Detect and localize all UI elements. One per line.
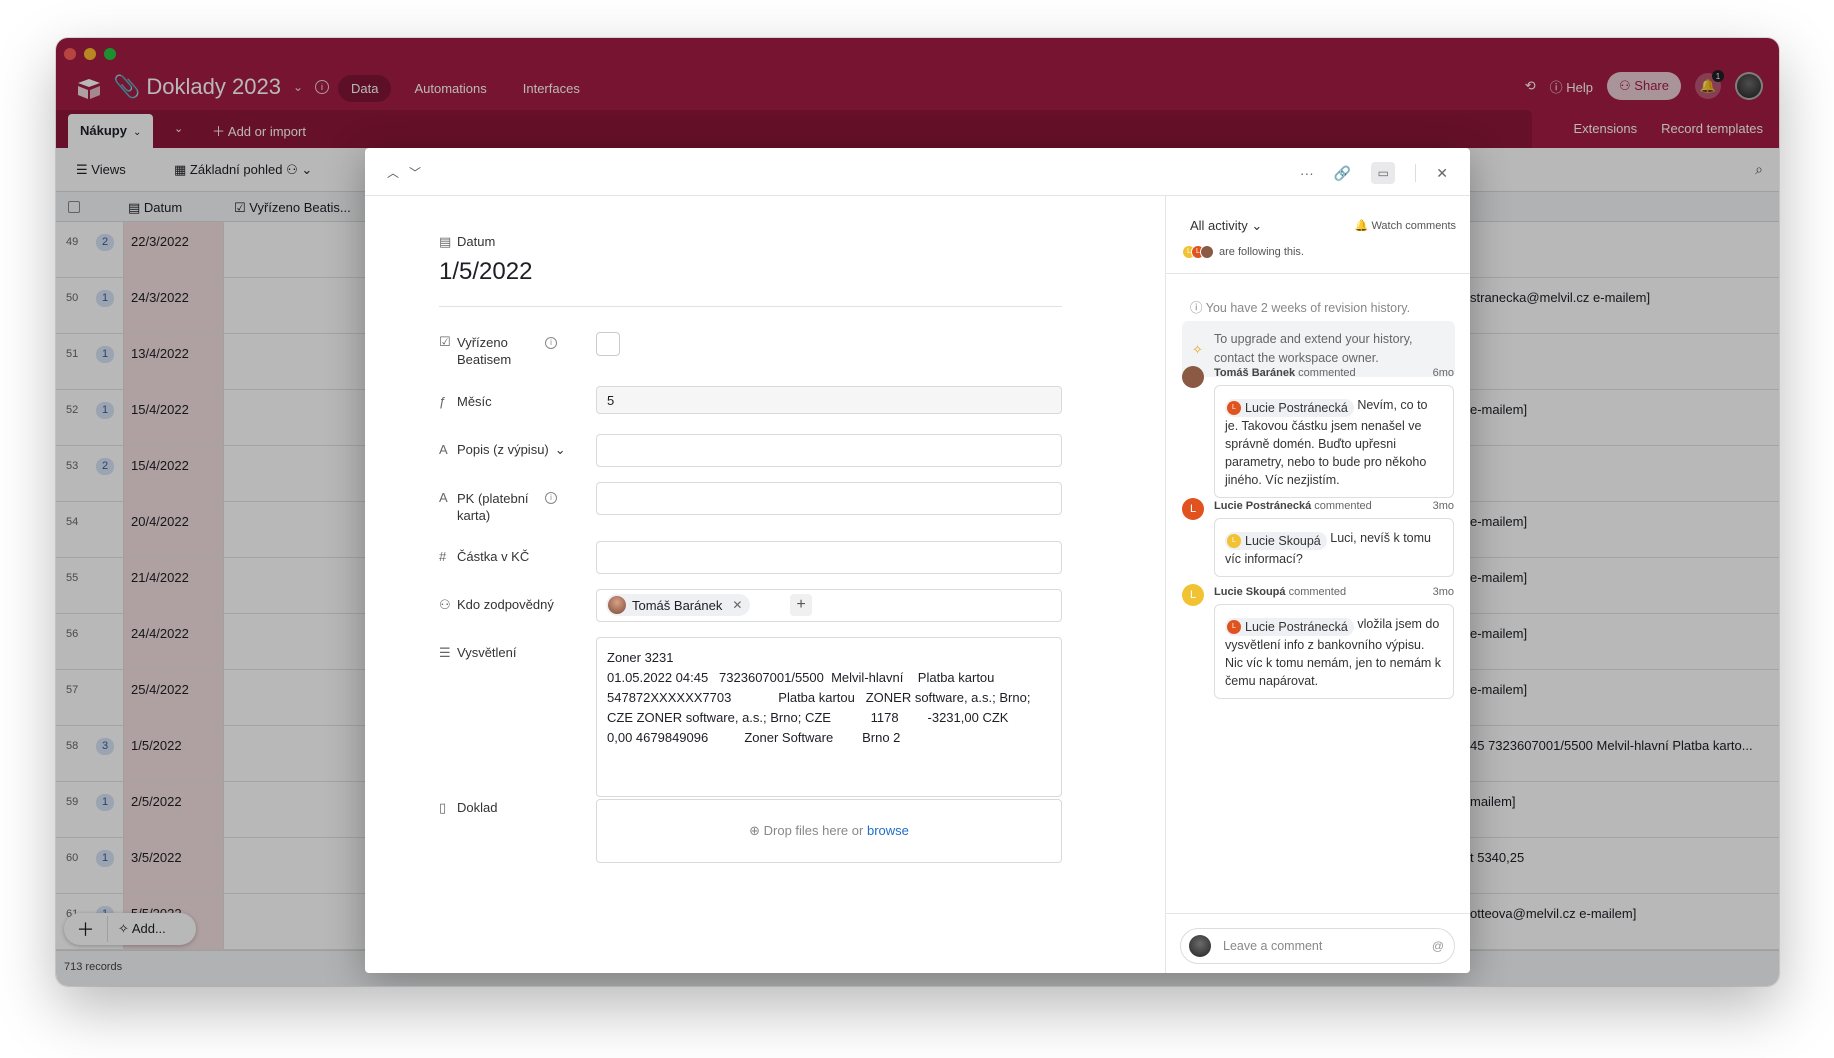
text-field-icon: A — [439, 442, 448, 457]
chevron-up-icon[interactable]: ︿ — [387, 164, 399, 181]
revision-history-note: ⓘ You have 2 weeks of revision history. — [1190, 301, 1411, 315]
vysvetleni-textarea[interactable]: Zoner 3231 01.05.2022 04:45 7323607001/5… — [596, 637, 1062, 797]
close-icon[interactable]: ✕ — [1436, 165, 1448, 182]
avatar: L — [1182, 498, 1204, 520]
avatar — [608, 596, 626, 614]
bell-icon: 🔔 — [1354, 220, 1369, 232]
calendar-icon: ▤ — [439, 234, 452, 249]
comment-header: Lucie Postránecká commented 3mo — [1214, 500, 1454, 512]
modal-header: ︿ ﹀ ··· 🔗 ▭ ✕ — [365, 148, 1470, 196]
pk-field[interactable] — [596, 482, 1062, 515]
comment-body: L Lucie Skoupá Luci, nevíš k tomu víc inf… — [1214, 518, 1454, 577]
formula-icon: ƒ — [439, 394, 447, 409]
field-label-popis: A Popis (z výpisu) ⌄ — [439, 442, 566, 458]
avatar: L — [1227, 401, 1241, 415]
datum-value[interactable]: 1/5/2022 — [439, 258, 532, 286]
app-window: 📎 Doklady 2023 ⌄ i Data Automations Inte… — [56, 38, 1779, 986]
info-icon[interactable]: i — [545, 337, 557, 349]
file-dropzone[interactable]: ⊕ Drop files here or browse — [596, 799, 1062, 863]
checkbox-icon: ☑ — [439, 334, 451, 349]
number-icon: # — [439, 549, 447, 564]
user-mention[interactable]: L Lucie Skoupá — [1225, 532, 1327, 550]
info-icon[interactable]: i — [545, 492, 557, 504]
record-navigation: ︿ ﹀ — [387, 164, 421, 181]
field-label-vyrizeno: ☑ Vyřízeno Beatisem — [439, 334, 512, 367]
avatar — [1189, 935, 1211, 957]
comment-body: L Lucie Postránecká Nevím, co to je. Tako… — [1214, 385, 1454, 498]
field-label-mesic: ƒ Měsíc — [439, 394, 492, 409]
comment-time: 3mo — [1432, 586, 1454, 598]
comment-header: Tomáš Baránek commented 6mo — [1214, 367, 1454, 379]
field-label-castka: # Částka v KČ — [439, 549, 530, 564]
field-label-pk: A PK (platební karta) — [439, 490, 529, 523]
followers-row: L L are following this. — [1182, 245, 1304, 259]
field-label-kdo: ⚇ Kdo zodpovědný — [439, 597, 554, 612]
text-field-icon: A — [439, 490, 448, 505]
comment-header: Lucie Skoupá commented 3mo — [1214, 586, 1454, 598]
chevron-down-icon: ⌄ — [1251, 218, 1263, 233]
comments-toggle-icon[interactable]: ▭ — [1371, 162, 1396, 184]
chevron-down-icon[interactable]: ﹀ — [409, 164, 421, 181]
user-mention[interactable]: L Lucie Postránecká — [1225, 399, 1354, 417]
mention-icon[interactable]: @ — [1432, 939, 1444, 953]
avatar: L — [1182, 584, 1204, 606]
divider — [1415, 164, 1417, 182]
mesic-field: 5 — [596, 386, 1062, 414]
vyrizeno-checkbox[interactable] — [596, 332, 620, 356]
more-options-icon[interactable]: ··· — [1300, 165, 1314, 181]
divider — [439, 306, 1062, 307]
long-text-icon: ☰ — [439, 645, 451, 660]
modal-actions: ··· 🔗 ▭ ✕ — [1300, 162, 1448, 184]
user-chip[interactable]: Tomáš Baránek ✕ — [606, 594, 751, 616]
avatar: L — [1227, 534, 1241, 548]
info-icon: ⓘ — [1190, 301, 1203, 315]
comment-time: 3mo — [1432, 500, 1454, 512]
activity-header: All activity ⌄ 🔔 Watch comments L L are … — [1166, 196, 1470, 274]
avatar — [1200, 245, 1214, 259]
chevron-down-icon[interactable]: ⌄ — [555, 442, 566, 458]
people-icon: ⚇ — [439, 597, 451, 612]
popis-field[interactable] — [596, 434, 1062, 467]
avatar: L — [1227, 620, 1241, 634]
activity-filter-dropdown[interactable]: All activity ⌄ — [1190, 218, 1262, 234]
sparkle-icon: ✧ — [1192, 342, 1203, 357]
avatar — [1182, 366, 1204, 388]
comment-composer: Leave a comment @ — [1166, 913, 1470, 973]
comment-body: L Lucie Postránecká vložila jsem do vysvě… — [1214, 604, 1454, 699]
expanded-record-modal: ︿ ﹀ ··· 🔗 ▭ ✕ ▤ Datum 1/5/2022 ☑ Vyřízeno B… — [365, 148, 1470, 973]
upload-icon: ⊕ — [749, 823, 760, 838]
comment-input[interactable]: Leave a comment @ — [1180, 928, 1455, 964]
activity-panel: All activity ⌄ 🔔 Watch comments L L are … — [1165, 196, 1470, 973]
remove-user-icon[interactable]: ✕ — [732, 598, 742, 612]
castka-field[interactable] — [596, 541, 1062, 574]
comment-time: 6mo — [1432, 367, 1454, 379]
document-icon: ▯ — [439, 800, 447, 815]
browse-link[interactable]: browse — [867, 823, 909, 838]
user-mention[interactable]: L Lucie Postránecká — [1225, 618, 1354, 636]
record-form: ▤ Datum 1/5/2022 ☑ Vyřízeno Beatisem i ƒ Měs… — [365, 196, 1165, 973]
add-user-button[interactable]: + — [790, 594, 812, 616]
field-label-vysvetleni: ☰ Vysvětlení — [439, 645, 517, 660]
watch-comments-button[interactable]: 🔔 Watch comments — [1355, 219, 1456, 232]
link-icon[interactable]: 🔗 — [1334, 165, 1351, 182]
field-label-doklad: ▯ Doklad — [439, 800, 498, 815]
field-label-datum: ▤ Datum — [439, 234, 496, 249]
